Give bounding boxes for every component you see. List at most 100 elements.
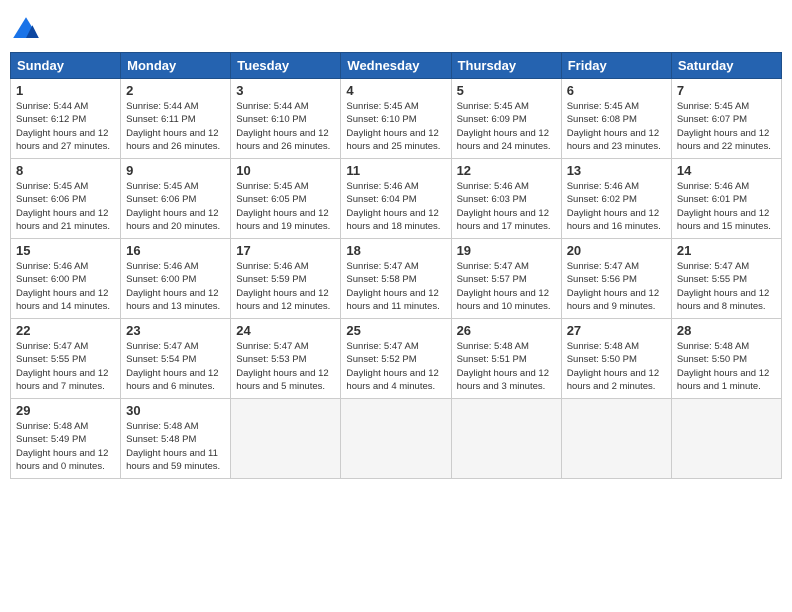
calendar-day-cell: 13 Sunrise: 5:46 AM Sunset: 6:02 PM Dayl… [561, 159, 671, 239]
day-number: 5 [457, 83, 556, 98]
calendar-week-row: 15 Sunrise: 5:46 AM Sunset: 6:00 PM Dayl… [11, 239, 782, 319]
day-number: 12 [457, 163, 556, 178]
day-number: 10 [236, 163, 335, 178]
calendar-day-cell [451, 399, 561, 479]
day-info: Sunrise: 5:47 AM Sunset: 5:55 PM Dayligh… [677, 260, 776, 313]
calendar-day-cell: 25 Sunrise: 5:47 AM Sunset: 5:52 PM Dayl… [341, 319, 451, 399]
weekday-header: Wednesday [341, 53, 451, 79]
day-info: Sunrise: 5:46 AM Sunset: 6:03 PM Dayligh… [457, 180, 556, 233]
calendar-day-cell: 1 Sunrise: 5:44 AM Sunset: 6:12 PM Dayli… [11, 79, 121, 159]
day-number: 24 [236, 323, 335, 338]
day-info: Sunrise: 5:44 AM Sunset: 6:12 PM Dayligh… [16, 100, 115, 153]
day-info: Sunrise: 5:46 AM Sunset: 6:00 PM Dayligh… [16, 260, 115, 313]
calendar-week-row: 8 Sunrise: 5:45 AM Sunset: 6:06 PM Dayli… [11, 159, 782, 239]
day-info: Sunrise: 5:45 AM Sunset: 6:06 PM Dayligh… [16, 180, 115, 233]
weekday-header: Friday [561, 53, 671, 79]
calendar-day-cell: 24 Sunrise: 5:47 AM Sunset: 5:53 PM Dayl… [231, 319, 341, 399]
day-number: 1 [16, 83, 115, 98]
day-number: 4 [346, 83, 445, 98]
day-number: 8 [16, 163, 115, 178]
day-info: Sunrise: 5:45 AM Sunset: 6:08 PM Dayligh… [567, 100, 666, 153]
day-info: Sunrise: 5:48 AM Sunset: 5:49 PM Dayligh… [16, 420, 115, 473]
day-info: Sunrise: 5:45 AM Sunset: 6:05 PM Dayligh… [236, 180, 335, 233]
calendar-day-cell: 14 Sunrise: 5:46 AM Sunset: 6:01 PM Dayl… [671, 159, 781, 239]
day-number: 30 [126, 403, 225, 418]
weekday-header: Sunday [11, 53, 121, 79]
calendar-day-cell [671, 399, 781, 479]
day-number: 2 [126, 83, 225, 98]
day-number: 21 [677, 243, 776, 258]
calendar-day-cell: 28 Sunrise: 5:48 AM Sunset: 5:50 PM Dayl… [671, 319, 781, 399]
day-info: Sunrise: 5:46 AM Sunset: 5:59 PM Dayligh… [236, 260, 335, 313]
calendar-day-cell: 2 Sunrise: 5:44 AM Sunset: 6:11 PM Dayli… [121, 79, 231, 159]
calendar-week-row: 22 Sunrise: 5:47 AM Sunset: 5:55 PM Dayl… [11, 319, 782, 399]
day-info: Sunrise: 5:46 AM Sunset: 6:04 PM Dayligh… [346, 180, 445, 233]
calendar-day-cell: 15 Sunrise: 5:46 AM Sunset: 6:00 PM Dayl… [11, 239, 121, 319]
day-info: Sunrise: 5:45 AM Sunset: 6:07 PM Dayligh… [677, 100, 776, 153]
day-info: Sunrise: 5:46 AM Sunset: 6:00 PM Dayligh… [126, 260, 225, 313]
weekday-header: Thursday [451, 53, 561, 79]
day-info: Sunrise: 5:47 AM Sunset: 5:55 PM Dayligh… [16, 340, 115, 393]
day-number: 25 [346, 323, 445, 338]
day-info: Sunrise: 5:46 AM Sunset: 6:02 PM Dayligh… [567, 180, 666, 233]
day-info: Sunrise: 5:47 AM Sunset: 5:54 PM Dayligh… [126, 340, 225, 393]
calendar-day-cell: 19 Sunrise: 5:47 AM Sunset: 5:57 PM Dayl… [451, 239, 561, 319]
day-number: 23 [126, 323, 225, 338]
calendar-day-cell: 22 Sunrise: 5:47 AM Sunset: 5:55 PM Dayl… [11, 319, 121, 399]
calendar-day-cell: 8 Sunrise: 5:45 AM Sunset: 6:06 PM Dayli… [11, 159, 121, 239]
day-number: 6 [567, 83, 666, 98]
day-number: 22 [16, 323, 115, 338]
calendar-day-cell [231, 399, 341, 479]
day-info: Sunrise: 5:47 AM Sunset: 5:56 PM Dayligh… [567, 260, 666, 313]
day-number: 11 [346, 163, 445, 178]
day-number: 29 [16, 403, 115, 418]
calendar-week-row: 29 Sunrise: 5:48 AM Sunset: 5:49 PM Dayl… [11, 399, 782, 479]
calendar-day-cell: 12 Sunrise: 5:46 AM Sunset: 6:03 PM Dayl… [451, 159, 561, 239]
calendar-day-cell: 17 Sunrise: 5:46 AM Sunset: 5:59 PM Dayl… [231, 239, 341, 319]
day-info: Sunrise: 5:48 AM Sunset: 5:51 PM Dayligh… [457, 340, 556, 393]
day-info: Sunrise: 5:47 AM Sunset: 5:52 PM Dayligh… [346, 340, 445, 393]
day-number: 19 [457, 243, 556, 258]
calendar-day-cell: 3 Sunrise: 5:44 AM Sunset: 6:10 PM Dayli… [231, 79, 341, 159]
day-number: 17 [236, 243, 335, 258]
calendar-day-cell: 23 Sunrise: 5:47 AM Sunset: 5:54 PM Dayl… [121, 319, 231, 399]
day-info: Sunrise: 5:44 AM Sunset: 6:11 PM Dayligh… [126, 100, 225, 153]
day-number: 16 [126, 243, 225, 258]
day-number: 28 [677, 323, 776, 338]
day-info: Sunrise: 5:44 AM Sunset: 6:10 PM Dayligh… [236, 100, 335, 153]
logo [10, 14, 46, 46]
day-info: Sunrise: 5:46 AM Sunset: 6:01 PM Dayligh… [677, 180, 776, 233]
calendar-day-cell: 21 Sunrise: 5:47 AM Sunset: 5:55 PM Dayl… [671, 239, 781, 319]
day-number: 9 [126, 163, 225, 178]
calendar-table: SundayMondayTuesdayWednesdayThursdayFrid… [10, 52, 782, 479]
calendar-day-cell: 30 Sunrise: 5:48 AM Sunset: 5:48 PM Dayl… [121, 399, 231, 479]
day-info: Sunrise: 5:47 AM Sunset: 5:57 PM Dayligh… [457, 260, 556, 313]
calendar-day-cell: 9 Sunrise: 5:45 AM Sunset: 6:06 PM Dayli… [121, 159, 231, 239]
calendar-day-cell: 5 Sunrise: 5:45 AM Sunset: 6:09 PM Dayli… [451, 79, 561, 159]
day-info: Sunrise: 5:45 AM Sunset: 6:06 PM Dayligh… [126, 180, 225, 233]
day-info: Sunrise: 5:48 AM Sunset: 5:50 PM Dayligh… [677, 340, 776, 393]
day-number: 18 [346, 243, 445, 258]
day-number: 26 [457, 323, 556, 338]
calendar-day-cell: 27 Sunrise: 5:48 AM Sunset: 5:50 PM Dayl… [561, 319, 671, 399]
day-number: 15 [16, 243, 115, 258]
page-header [10, 10, 782, 46]
day-info: Sunrise: 5:48 AM Sunset: 5:50 PM Dayligh… [567, 340, 666, 393]
calendar-week-row: 1 Sunrise: 5:44 AM Sunset: 6:12 PM Dayli… [11, 79, 782, 159]
day-info: Sunrise: 5:48 AM Sunset: 5:48 PM Dayligh… [126, 420, 225, 473]
calendar-day-cell: 6 Sunrise: 5:45 AM Sunset: 6:08 PM Dayli… [561, 79, 671, 159]
day-number: 14 [677, 163, 776, 178]
day-number: 13 [567, 163, 666, 178]
day-number: 7 [677, 83, 776, 98]
calendar-day-cell: 10 Sunrise: 5:45 AM Sunset: 6:05 PM Dayl… [231, 159, 341, 239]
calendar-day-cell: 11 Sunrise: 5:46 AM Sunset: 6:04 PM Dayl… [341, 159, 451, 239]
logo-icon [10, 14, 42, 46]
day-info: Sunrise: 5:45 AM Sunset: 6:10 PM Dayligh… [346, 100, 445, 153]
weekday-header: Saturday [671, 53, 781, 79]
calendar-day-cell: 20 Sunrise: 5:47 AM Sunset: 5:56 PM Dayl… [561, 239, 671, 319]
calendar-day-cell [341, 399, 451, 479]
weekday-header: Monday [121, 53, 231, 79]
calendar-day-cell: 26 Sunrise: 5:48 AM Sunset: 5:51 PM Dayl… [451, 319, 561, 399]
day-info: Sunrise: 5:47 AM Sunset: 5:53 PM Dayligh… [236, 340, 335, 393]
day-number: 20 [567, 243, 666, 258]
